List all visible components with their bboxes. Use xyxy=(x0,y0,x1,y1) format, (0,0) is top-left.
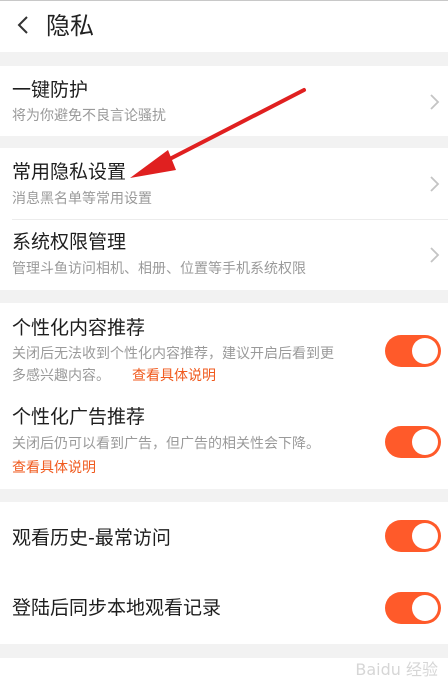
personal-content-title: 个性化内容推荐 xyxy=(12,317,146,339)
personal-content-desc-line1: 关闭后无法收到个性化内容推荐，建议开启后看到更 xyxy=(12,346,334,362)
one-key-protection-item[interactable]: 一键防护 将为你避免不良言论骚扰 xyxy=(0,66,448,136)
toggle-knob xyxy=(412,523,438,549)
personal-content-item: 个性化内容推荐 关闭后无法收到个性化内容推荐，建议开启后看到更 多感兴趣内容。 查… xyxy=(0,303,448,395)
toggle-knob xyxy=(412,338,438,364)
personal-content-details-link[interactable]: 查看具体说明 xyxy=(132,368,216,384)
watch-history-title: 观看历史-最常访问 xyxy=(12,527,171,549)
personal-content-toggle[interactable] xyxy=(385,335,441,367)
one-key-protection-subtitle: 将为你避免不良言论骚扰 xyxy=(12,108,166,124)
common-privacy-settings-title: 常用隐私设置 xyxy=(12,161,127,183)
toggle-knob xyxy=(412,595,438,621)
sync-history-item: 登陆后同步本地观看记录 xyxy=(0,572,448,644)
watch-history-toggle[interactable] xyxy=(385,520,441,552)
watch-history-item: 观看历史-最常访问 xyxy=(0,502,448,572)
back-arrow-icon[interactable] xyxy=(12,13,36,37)
personal-ads-title: 个性化广告推荐 xyxy=(12,406,146,428)
personal-content-desc-line2: 多感兴趣内容。 查看具体说明 xyxy=(12,367,216,385)
chevron-right-icon xyxy=(430,247,440,263)
common-privacy-settings-item[interactable]: 常用隐私设置 消息黑名单等常用设置 xyxy=(0,148,448,218)
system-permissions-subtitle: 管理斗鱼访问相机、相册、位置等手机系统权限 xyxy=(12,261,306,277)
system-permissions-title: 系统权限管理 xyxy=(12,231,127,253)
page-title: 隐私 xyxy=(46,12,94,40)
common-privacy-settings-subtitle: 消息黑名单等常用设置 xyxy=(12,191,152,207)
top-bar: 隐私 xyxy=(0,0,448,52)
personal-ads-toggle[interactable] xyxy=(385,426,441,458)
chevron-right-icon xyxy=(430,176,440,192)
sync-history-title: 登陆后同步本地观看记录 xyxy=(12,597,222,619)
card-privacy-settings: 常用隐私设置 消息黑名单等常用设置 系统权限管理 管理斗鱼访问相机、相册、位置等… xyxy=(0,148,448,290)
card-personalization: 个性化内容推荐 关闭后无法收到个性化内容推荐，建议开启后看到更 多感兴趣内容。查… xyxy=(0,303,448,489)
personal-content-desc-text: 多感兴趣内容。 xyxy=(12,368,110,384)
card-history: 观看历史-最常访问 登陆后同步本地观看记录 xyxy=(0,502,448,644)
watermark: Baidu 经验 xyxy=(355,660,438,679)
card-one-key-protection: 一键防护 将为你避免不良言论骚扰 xyxy=(0,66,448,136)
chevron-right-icon xyxy=(430,94,440,110)
personal-ads-details-link[interactable]: 查看具体说明 xyxy=(12,459,96,477)
personal-ads-item: 个性化广告推荐 关闭后仍可以看到广告，但广告的相关性会下降。 查看具体说明 xyxy=(0,395,448,489)
toggle-knob xyxy=(412,429,438,455)
one-key-protection-title: 一键防护 xyxy=(12,79,89,101)
personal-ads-desc: 关闭后仍可以看到广告，但广告的相关性会下降。 xyxy=(12,436,320,452)
sync-history-toggle[interactable] xyxy=(385,592,441,624)
system-permissions-item[interactable]: 系统权限管理 管理斗鱼访问相机、相册、位置等手机系统权限 xyxy=(0,220,448,290)
